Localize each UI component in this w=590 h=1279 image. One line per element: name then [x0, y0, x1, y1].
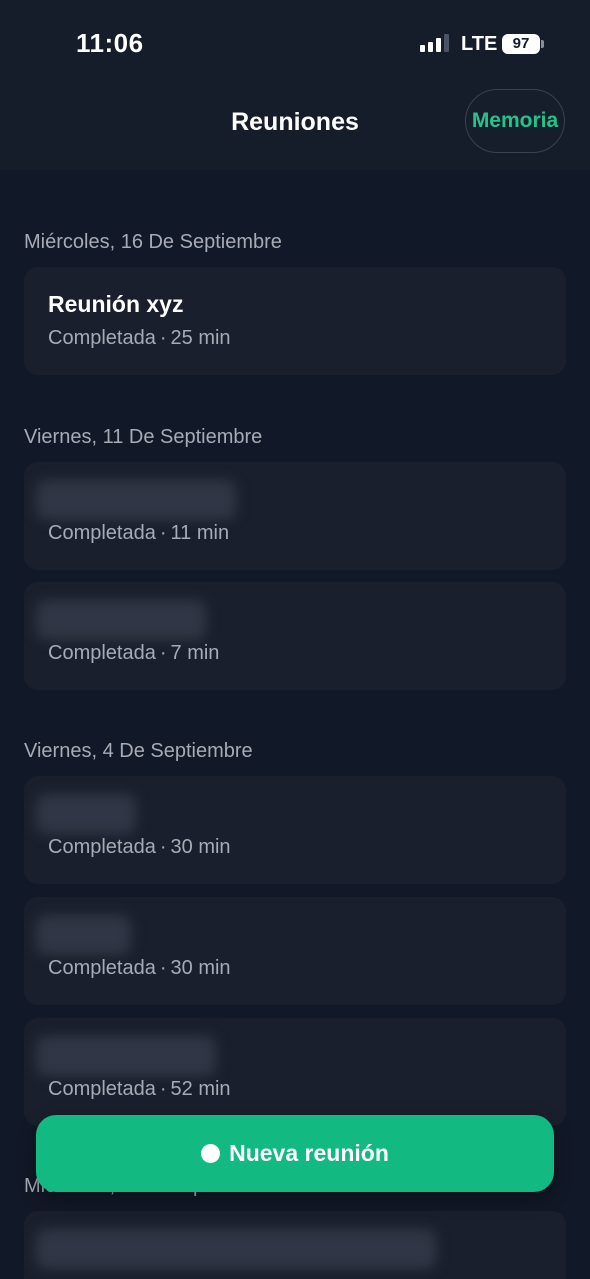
meta-separator: · [159, 327, 167, 349]
meeting-card[interactable]: Completada · 52 min [24, 1018, 566, 1126]
meetings-screen: 11:06 LTE 97 Reuniones Memoria Miércoles… [0, 0, 590, 1279]
meeting-duration: 7 min [170, 642, 220, 664]
battery-tip [541, 40, 544, 48]
meetings-list[interactable]: Miércoles, 16 De Septiembre Reunión xyz … [0, 170, 590, 1279]
meta-separator: · [159, 957, 167, 979]
meta-separator: · [159, 642, 167, 664]
meeting-status: Completada [48, 1078, 156, 1100]
meta-separator: · [159, 522, 167, 544]
cellular-signal-icon [420, 34, 449, 52]
meeting-meta: Completada · 30 min [48, 957, 231, 980]
meeting-card[interactable]: Completada · 30 min [24, 897, 566, 1005]
date-header: Viernes, 4 De Septiembre [24, 740, 253, 762]
meeting-meta: Completada · 7 min [48, 642, 219, 665]
meeting-status: Completada [48, 522, 156, 544]
meeting-card[interactable] [24, 1211, 566, 1279]
new-meeting-label: Nueva reunión [229, 1140, 389, 1166]
meeting-status: Completada [48, 327, 156, 349]
meta-separator: · [159, 1078, 167, 1100]
redacted-title [36, 915, 131, 955]
redacted-title [36, 480, 236, 520]
date-header: Viernes, 11 De Septiembre [24, 426, 263, 448]
meeting-meta: Completada · 52 min [48, 1078, 231, 1101]
redacted-title [36, 600, 206, 640]
meeting-status: Completada [48, 836, 156, 858]
meeting-meta: Completada · 25 min [48, 327, 231, 350]
meeting-card[interactable]: Completada · 30 min [24, 776, 566, 884]
meeting-duration: 30 min [170, 957, 231, 979]
nav-header: Reuniones Memoria [0, 88, 590, 170]
meta-separator: · [159, 836, 167, 858]
status-bar: 11:06 LTE 97 [0, 0, 590, 88]
status-time: 11:06 [76, 28, 144, 58]
memory-button[interactable]: Memoria [465, 89, 565, 153]
meeting-meta: Completada · 30 min [48, 836, 231, 859]
meeting-duration: 30 min [170, 836, 231, 858]
meeting-card[interactable]: Completada · 11 min [24, 462, 566, 570]
redacted-title [36, 794, 136, 834]
record-dot-icon [201, 1144, 221, 1163]
meeting-status: Completada [48, 642, 156, 664]
redacted-title [36, 1229, 436, 1269]
meeting-card[interactable]: Completada · 7 min [24, 582, 566, 690]
meeting-title: Reunión xyz [48, 291, 184, 317]
meeting-card[interactable]: Reunión xyz Completada · 25 min [24, 267, 566, 375]
date-header: Miércoles, 16 De Septiembre [24, 231, 282, 253]
meeting-status: Completada [48, 957, 156, 979]
meeting-duration: 11 min [170, 522, 230, 544]
network-type: LTE [461, 33, 498, 55]
redacted-title [36, 1036, 216, 1076]
meeting-duration: 25 min [170, 327, 231, 349]
meeting-meta: Completada · 11 min [48, 522, 229, 545]
meeting-duration: 52 min [170, 1078, 231, 1100]
new-meeting-button[interactable]: Nueva reunión [36, 1115, 554, 1192]
battery-icon: 97 [502, 34, 540, 54]
